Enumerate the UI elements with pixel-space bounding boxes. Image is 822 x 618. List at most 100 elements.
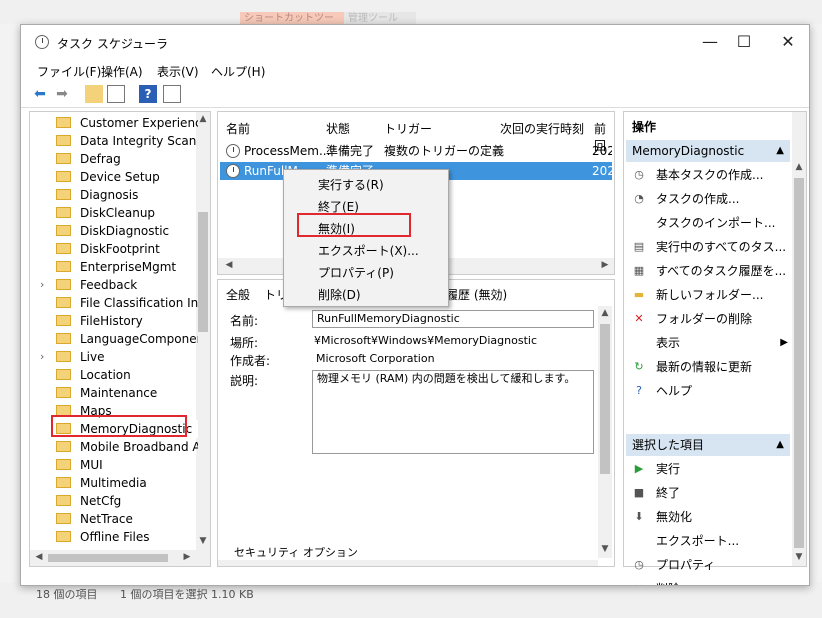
action-item[interactable]: ◔ タスクの作成... bbox=[624, 188, 792, 210]
scroll-right-icon[interactable]: ▶ bbox=[598, 260, 612, 270]
task-scheduler-icon bbox=[35, 35, 49, 49]
tree-horizontal-scrollbar[interactable]: ◀ ▶ bbox=[30, 550, 210, 566]
action-label: 基本タスクの作成... bbox=[656, 168, 764, 182]
column-trigger[interactable]: トリガー bbox=[384, 120, 432, 137]
tree-folder-item[interactable]: Mobile Broadband A bbox=[30, 438, 198, 456]
scroll-left-icon[interactable]: ◀ bbox=[222, 260, 236, 270]
tree-folder-item[interactable]: File Classification Infr bbox=[30, 294, 198, 312]
forward-icon[interactable]: ➡ bbox=[53, 85, 71, 103]
scroll-down-icon[interactable]: ▼ bbox=[792, 552, 806, 562]
context-menu-item[interactable]: プロパティ(P) bbox=[284, 262, 448, 284]
tree-folder-item[interactable]: LanguageComponen bbox=[30, 330, 198, 348]
minimize-button[interactable]: — bbox=[695, 31, 725, 53]
action-item[interactable]: ✕ 削除 bbox=[624, 578, 792, 585]
tree-folder-item[interactable]: Location bbox=[30, 366, 198, 384]
tree-folder-item[interactable]: Data Integrity Scan bbox=[30, 132, 198, 150]
tree-folder-item[interactable]: Offline Files bbox=[30, 528, 198, 546]
task-row[interactable]: ProcessMem... 準備完了 複数のトリガーの定義 2020 bbox=[220, 142, 612, 160]
scroll-up-icon[interactable]: ▲ bbox=[598, 308, 612, 318]
menu-view[interactable]: 表示(V) bbox=[157, 63, 199, 80]
expand-chevron-icon[interactable]: › bbox=[40, 348, 44, 366]
action-item[interactable]: ◷ 基本タスクの作成... bbox=[624, 164, 792, 186]
column-next-run[interactable]: 次回の実行時刻 bbox=[500, 120, 584, 137]
scroll-down-icon[interactable]: ▼ bbox=[196, 536, 210, 546]
tree-folder-item[interactable]: › Feedback bbox=[30, 276, 198, 294]
detail-horizontal-scrollbar[interactable] bbox=[218, 560, 598, 566]
tree-folder-item[interactable]: Device Setup bbox=[30, 168, 198, 186]
tree-folder-item[interactable]: NetTrace bbox=[30, 510, 198, 528]
close-button[interactable]: ✕ bbox=[773, 31, 803, 53]
menu-file[interactable]: ファイル(F) bbox=[37, 63, 101, 80]
action-item[interactable]: ↻ 最新の情報に更新 bbox=[624, 356, 792, 378]
tree-folder-item[interactable]: DiskFootprint bbox=[30, 240, 198, 258]
action-item[interactable]: ◷ プロパティ bbox=[624, 554, 792, 576]
actions-section-folder[interactable]: MemoryDiagnostic ▲ bbox=[626, 140, 790, 162]
tree-scroll-thumb[interactable] bbox=[198, 212, 208, 332]
tree-folder-item[interactable]: NetCfg bbox=[30, 492, 198, 510]
context-menu-label: エクスポート(X)... bbox=[318, 244, 419, 258]
collapse-icon[interactable]: ▲ bbox=[776, 434, 784, 456]
description-label: 説明: bbox=[230, 374, 259, 388]
folder-up-icon[interactable] bbox=[85, 85, 103, 103]
description-field[interactable]: 物理メモリ (RAM) 内の問題を検出して緩和します。 bbox=[312, 370, 594, 454]
maximize-button[interactable]: ☐ bbox=[729, 31, 759, 53]
tab-general[interactable]: 全般 bbox=[226, 286, 250, 303]
actions-section-selected[interactable]: 選択した項目 ▲ bbox=[626, 434, 790, 456]
column-status[interactable]: 状態 bbox=[326, 120, 350, 137]
actions-scroll-thumb[interactable] bbox=[794, 178, 804, 548]
action-item[interactable]: ⬇ 無効化 bbox=[624, 506, 792, 528]
scroll-down-icon[interactable]: ▼ bbox=[598, 544, 612, 554]
tree-folder-label: FileHistory bbox=[80, 314, 143, 328]
action-item[interactable]: ✕ フォルダーの削除 bbox=[624, 308, 792, 330]
action-item[interactable]: ▤ 実行中のすべてのタス... bbox=[624, 236, 792, 258]
tree-folder-item[interactable]: Diagnosis bbox=[30, 186, 198, 204]
highlight-box-memorydiagnostic bbox=[51, 415, 187, 437]
actions-vertical-scrollbar[interactable]: ▲ ▼ bbox=[792, 112, 806, 566]
detail-vertical-scrollbar[interactable]: ▲ ▼ bbox=[598, 306, 612, 558]
expand-chevron-icon[interactable]: › bbox=[40, 276, 44, 294]
help-icon[interactable]: ? bbox=[139, 85, 157, 103]
scroll-right-icon[interactable]: ▶ bbox=[180, 552, 194, 562]
actions-pane: 操作 MemoryDiagnostic ▲ 選択した項目 ▲ ▲ ▼ ◷ 基本タスクの… bbox=[623, 111, 807, 585]
tree-folder-item[interactable]: MUI bbox=[30, 456, 198, 474]
collapse-icon[interactable]: ▲ bbox=[776, 140, 784, 162]
action-pane-icon[interactable] bbox=[163, 85, 181, 103]
tree-folder-item[interactable]: DiskDiagnostic bbox=[30, 222, 198, 240]
context-menu-item[interactable]: エクスポート(X)... bbox=[284, 240, 448, 262]
tree-folder-item[interactable]: Multimedia bbox=[30, 474, 198, 492]
tree-folder-item[interactable]: EnterpriseMgmt bbox=[30, 258, 198, 276]
action-item[interactable]: タスクのインポート... bbox=[624, 212, 792, 234]
tree-folder-item[interactable]: › Live bbox=[30, 348, 198, 366]
tree-folder-item[interactable]: FileHistory bbox=[30, 312, 198, 330]
name-field[interactable]: RunFullMemoryDiagnostic bbox=[312, 310, 594, 328]
back-icon[interactable]: ⬅ bbox=[31, 85, 49, 103]
menu-action[interactable]: 操作(A) bbox=[101, 63, 143, 80]
delete-icon: ✕ bbox=[632, 582, 646, 585]
action-item[interactable]: ▶ 実行 bbox=[624, 458, 792, 480]
context-menu-item[interactable]: 削除(D) bbox=[284, 284, 448, 306]
scroll-up-icon[interactable]: ▲ bbox=[792, 162, 806, 172]
action-item[interactable]: ? ヘルプ bbox=[624, 380, 792, 402]
show-hide-console-icon[interactable] bbox=[107, 85, 125, 103]
tree-folder-item[interactable]: Maintenance bbox=[30, 384, 198, 402]
action-item[interactable]: ▬ 新しいフォルダー... bbox=[624, 284, 792, 306]
tree-folder-item[interactable]: DiskCleanup bbox=[30, 204, 198, 222]
tree-folder-item[interactable]: Defrag bbox=[30, 150, 198, 168]
detail-scroll-thumb[interactable] bbox=[600, 324, 610, 474]
action-item[interactable]: エクスポート... bbox=[624, 530, 792, 552]
action-item[interactable]: 表示 ▶ bbox=[624, 332, 792, 354]
scroll-left-icon[interactable]: ◀ bbox=[32, 552, 46, 562]
tree-hscroll-thumb[interactable] bbox=[48, 554, 168, 562]
column-name[interactable]: 名前 bbox=[226, 120, 250, 137]
action-item[interactable]: ▦ すべてのタスク履歴を... bbox=[624, 260, 792, 282]
tab-history[interactable]: 履歴 (無効) bbox=[446, 286, 507, 303]
action-label: フォルダーの削除 bbox=[656, 312, 753, 326]
context-menu-item[interactable]: 実行する(R) bbox=[284, 174, 448, 196]
menu-help[interactable]: ヘルプ(H) bbox=[211, 63, 265, 80]
tree-vertical-scrollbar[interactable]: ▲ ▼ bbox=[196, 112, 210, 550]
action-item[interactable]: ■ 終了 bbox=[624, 482, 792, 504]
create-task-icon: ◔ bbox=[634, 192, 644, 205]
tree-folder-item[interactable]: Customer Experience bbox=[30, 114, 198, 132]
tree-folder-label: Defrag bbox=[80, 152, 121, 166]
scroll-up-icon[interactable]: ▲ bbox=[196, 114, 210, 124]
